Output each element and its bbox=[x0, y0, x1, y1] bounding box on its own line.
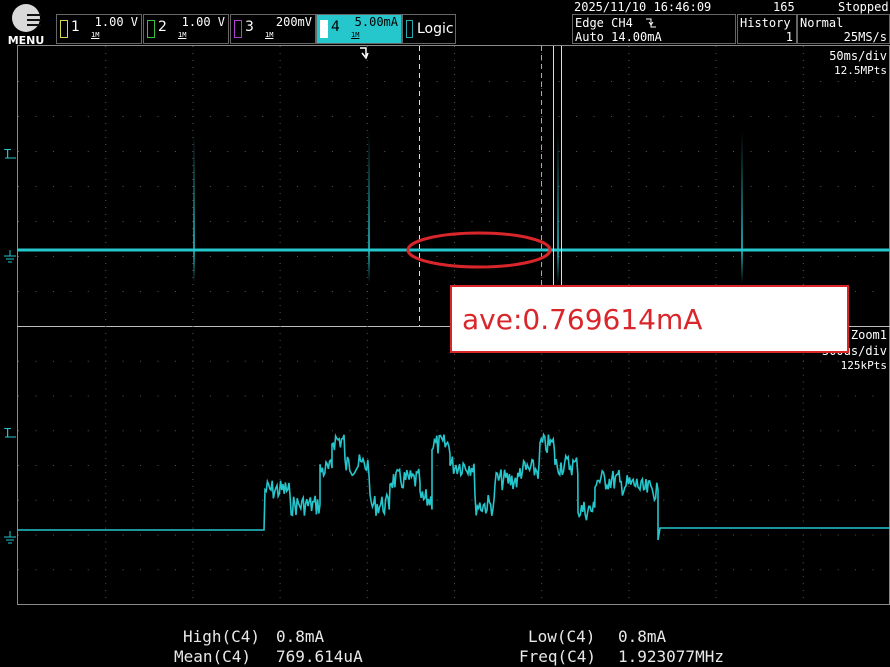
trigger-panel[interactable]: Edge CH4 Auto 14.00mA bbox=[572, 14, 736, 44]
main-timebase: 50ms/div bbox=[829, 49, 887, 63]
channel-1-scale: 1.00 V bbox=[94, 15, 138, 29]
acquisition-state: Stopped bbox=[838, 0, 889, 14]
main-trace bbox=[17, 132, 890, 283]
history-value: 1 bbox=[785, 30, 793, 44]
measure-high-value: 0.8mA bbox=[276, 627, 325, 646]
channel-2-color-swatch bbox=[147, 20, 155, 38]
ground-icon-main bbox=[4, 250, 16, 263]
trigger-level-icon-zoom: T bbox=[4, 426, 16, 440]
datetime: 2025/11/10 16:46:09 bbox=[574, 0, 712, 14]
channel-4-color-swatch bbox=[320, 20, 328, 38]
hamburger-icon bbox=[12, 4, 41, 32]
ground-icon-zoom bbox=[4, 531, 16, 544]
trigger-source: Edge CH4 bbox=[575, 16, 633, 30]
channel-3-number: 3 bbox=[245, 19, 254, 35]
measure-mean-value: 769.614uA bbox=[276, 647, 363, 666]
falling-edge-icon bbox=[646, 18, 656, 28]
channel-2-coupling: 1M bbox=[178, 31, 187, 39]
channel-4-number: 4 bbox=[331, 19, 340, 35]
measure-mean-label: Mean(C4) bbox=[174, 647, 252, 666]
history-label: History bbox=[740, 16, 791, 30]
zoom-points: 125kPts bbox=[840, 359, 887, 372]
zoom-label: Zoom1 bbox=[850, 328, 887, 342]
measure-high-label: High(C4) bbox=[183, 627, 261, 646]
channel-3-color-swatch bbox=[234, 20, 242, 38]
channel-4-scale: 5.00mA bbox=[354, 15, 398, 29]
logic-label: Logic bbox=[417, 21, 454, 37]
channel-4-button[interactable]: 4 5.00mA 1M bbox=[316, 14, 402, 44]
acquire-mode-panel[interactable]: Normal 25MS/s bbox=[797, 14, 890, 44]
annotation-box: ave:0.769614mA bbox=[450, 285, 849, 353]
svg-text:T: T bbox=[4, 426, 11, 440]
menu-button[interactable]: MENU bbox=[4, 2, 48, 47]
measure-low-value: 0.8mA bbox=[618, 627, 667, 646]
channel-4-coupling: 1M bbox=[351, 31, 360, 39]
channel-3-scale: 200mV bbox=[275, 15, 312, 29]
trigger-level: Auto 14.00mA bbox=[575, 30, 662, 44]
measure-freq-label: Freq(C4) bbox=[519, 647, 597, 666]
measure-low-label: Low(C4) bbox=[528, 627, 596, 646]
channel-2-scale: 1.00 V bbox=[181, 15, 225, 29]
channel-1-number: 1 bbox=[71, 19, 80, 35]
history-panel[interactable]: History 1 bbox=[737, 14, 797, 44]
svg-text:T: T bbox=[4, 147, 11, 161]
channel-3-coupling: 1M bbox=[265, 31, 274, 39]
channel-1-coupling: 1M bbox=[91, 31, 100, 39]
channel-3-button[interactable]: 3 200mV 1M bbox=[230, 14, 316, 44]
logic-color-swatch bbox=[406, 20, 413, 38]
measure-freq-value: 1.923077MHz bbox=[618, 647, 724, 666]
channel-1-button[interactable]: 1 1.00 V 1M bbox=[56, 14, 142, 44]
channel-2-number: 2 bbox=[158, 19, 167, 35]
annotation-text: ave:0.769614mA bbox=[462, 303, 703, 336]
zoom-trace bbox=[18, 432, 890, 541]
sample-rate: 25MS/s bbox=[843, 30, 887, 44]
acquire-mode: Normal bbox=[800, 16, 844, 30]
acquisition-count: 165 bbox=[773, 0, 795, 14]
logic-button[interactable]: Logic bbox=[402, 14, 456, 44]
trigger-level-icon-main: T bbox=[4, 147, 16, 161]
main-points: 12.5MPts bbox=[834, 64, 887, 77]
channel-1-color-swatch bbox=[60, 20, 68, 38]
channel-2-button[interactable]: 2 1.00 V 1M bbox=[143, 14, 229, 44]
